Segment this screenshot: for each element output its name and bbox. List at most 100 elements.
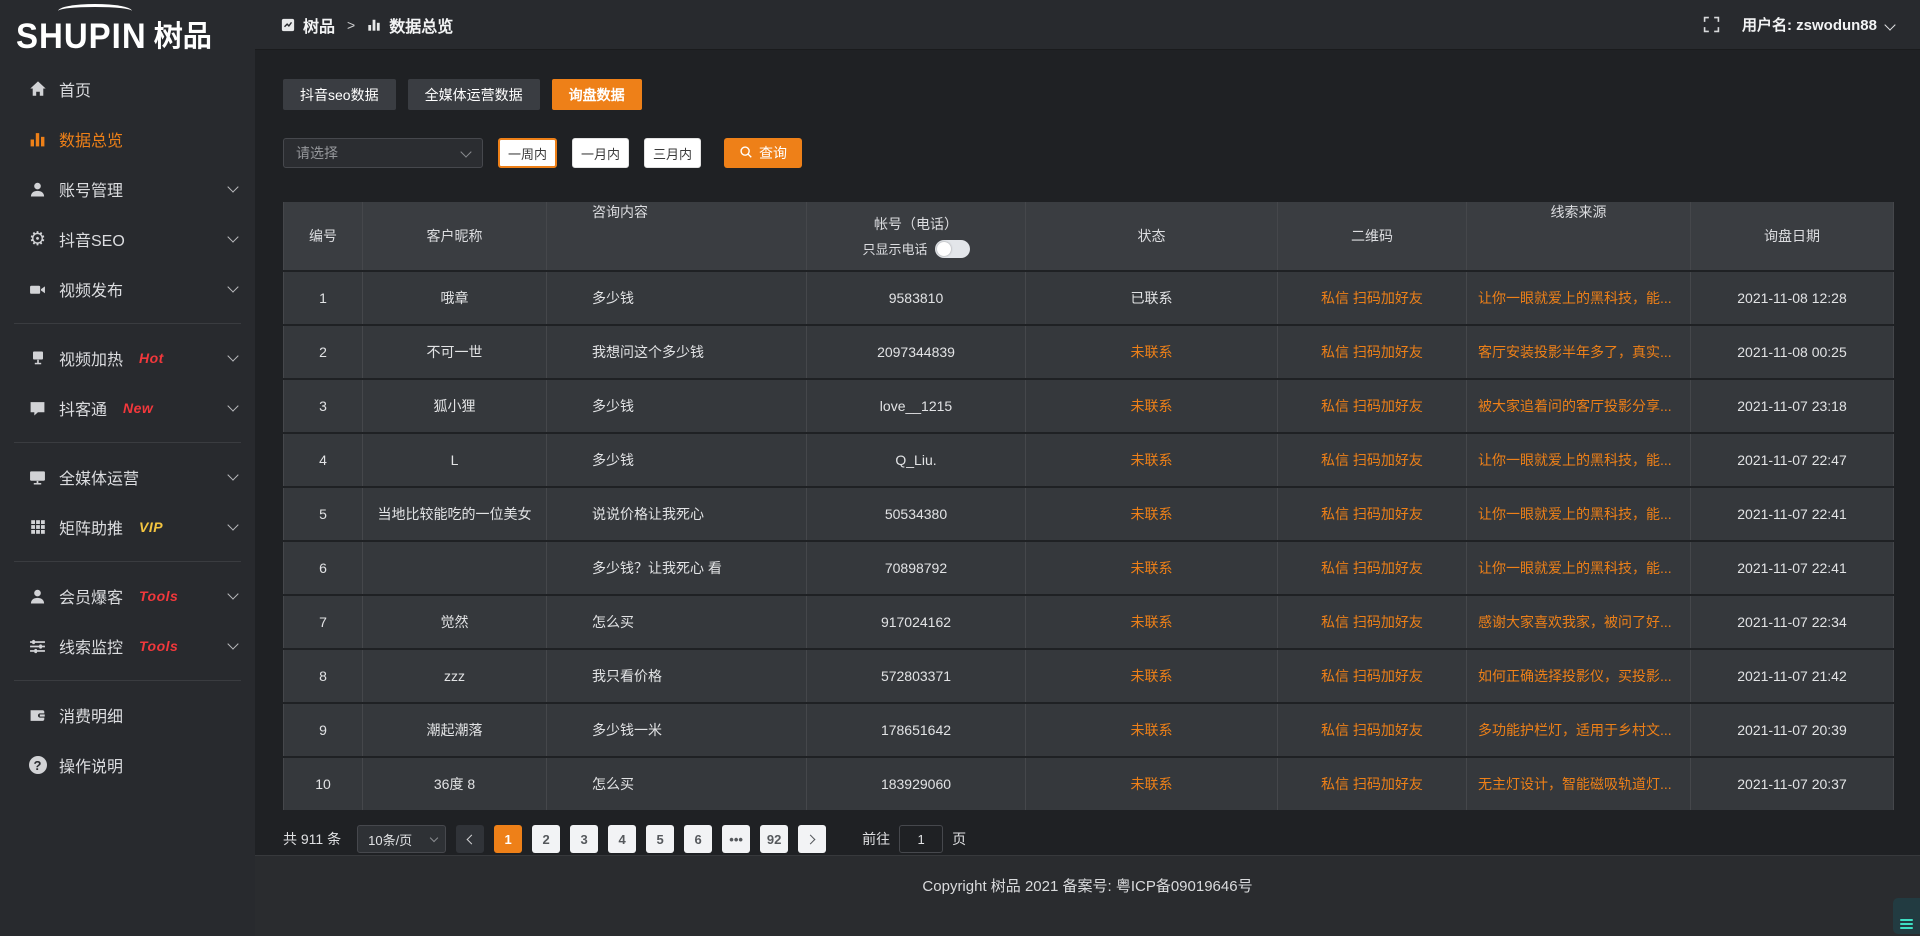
source-link[interactable]: 让你一眼就爱上的黑科技，能... xyxy=(1467,272,1691,324)
qr-links[interactable]: 私信 扫码加好友 xyxy=(1278,326,1467,378)
col-id: 编号 xyxy=(284,202,363,270)
tab-douyin-seo-data[interactable]: 抖音seo数据 xyxy=(283,79,396,110)
cell-id: 3 xyxy=(284,380,363,432)
qr-links[interactable]: 私信 扫码加好友 xyxy=(1278,650,1467,702)
table-row: 9 潮起潮落 多少钱一米 178651642 未联系 私信 扫码加好友 多功能护… xyxy=(283,704,1894,756)
cell-id: 8 xyxy=(284,650,363,702)
logo-text-en: SHUPIN xyxy=(16,18,147,54)
logo-text-cn: 树品 xyxy=(154,22,212,52)
cell-account: 9583810 xyxy=(807,272,1026,324)
qr-links[interactable]: 私信 扫码加好友 xyxy=(1278,488,1467,540)
source-link[interactable]: 如何正确选择投影仪，买投影... xyxy=(1467,650,1691,702)
pagination: 共 911 条 10条/页 1 2 3 4 5 6 ••• 92 前往 页 xyxy=(283,825,1920,853)
sidebar-item-matrix-boost[interactable]: 矩阵助推 VIP xyxy=(0,502,255,552)
cell-nickname: L xyxy=(363,434,547,486)
sidebar-item-video-heat[interactable]: 视频加热 Hot xyxy=(0,333,255,383)
page-button-5[interactable]: 5 xyxy=(646,825,674,853)
page-size-select[interactable]: 10条/页 xyxy=(357,825,446,853)
cell-nickname xyxy=(363,542,547,594)
member-icon xyxy=(28,587,47,606)
sidebar-item-data-overview[interactable]: 数据总览 xyxy=(0,114,255,164)
phone-only-toggle[interactable] xyxy=(935,240,970,258)
bar-chart-icon xyxy=(28,130,47,149)
qr-links[interactable]: 私信 扫码加好友 xyxy=(1278,434,1467,486)
sidebar-divider xyxy=(14,561,241,562)
cell-date: 2021-11-07 20:39 xyxy=(1691,704,1894,756)
source-link[interactable]: 感谢大家喜欢我家，被问了好... xyxy=(1467,596,1691,648)
page-button-92[interactable]: 92 xyxy=(760,825,788,853)
sidebar-item-home[interactable]: 首页 xyxy=(0,64,255,114)
source-link[interactable]: 让你一眼就爱上的黑科技，能... xyxy=(1467,434,1691,486)
qr-links[interactable]: 私信 扫码加好友 xyxy=(1278,704,1467,756)
source-link[interactable]: 多功能护栏灯，适用于乡村文... xyxy=(1467,704,1691,756)
tab-inquiry-data[interactable]: 询盘数据 xyxy=(552,79,642,110)
cell-id: 10 xyxy=(284,758,363,810)
qr-links[interactable]: 私信 扫码加好友 xyxy=(1278,542,1467,594)
sidebar-item-video-publish[interactable]: 视频发布 xyxy=(0,264,255,314)
sidebar-item-douyin-seo[interactable]: ⚙ 抖音SEO xyxy=(0,214,255,264)
next-page-button[interactable] xyxy=(798,825,826,853)
toggle-knob xyxy=(937,242,951,256)
vip-badge: VIP xyxy=(139,519,163,535)
cell-nickname: 哦章 xyxy=(363,272,547,324)
status-badge: 未联系 xyxy=(1131,504,1173,524)
cell-id: 2 xyxy=(284,326,363,378)
cell-id: 4 xyxy=(284,434,363,486)
search-button-label: 查询 xyxy=(759,143,787,163)
prev-page-button[interactable] xyxy=(456,825,484,853)
tab-media-ops-data[interactable]: 全媒体运营数据 xyxy=(408,79,540,110)
fullscreen-icon[interactable] xyxy=(1703,16,1720,33)
account-select[interactable]: 请选择 xyxy=(283,138,483,168)
qr-links[interactable]: 私信 扫码加好友 xyxy=(1278,272,1467,324)
source-link[interactable]: 被大家追着问的客厅投影分享... xyxy=(1467,380,1691,432)
jump-label: 前往 xyxy=(862,829,890,849)
search-icon xyxy=(739,145,753,162)
cell-date: 2021-11-07 22:47 xyxy=(1691,434,1894,486)
cell-content: 怎么买 xyxy=(547,758,807,810)
cell-nickname: zzz xyxy=(363,650,547,702)
breadcrumb-root[interactable]: 树品 xyxy=(303,13,335,37)
username-label: 用户名: zswodun88 xyxy=(1742,14,1877,35)
qr-links[interactable]: 私信 扫码加好友 xyxy=(1278,758,1467,810)
source-link[interactable]: 让你一眼就爱上的黑科技，能... xyxy=(1467,542,1691,594)
page-button-2[interactable]: 2 xyxy=(532,825,560,853)
cell-account: 50534380 xyxy=(807,488,1026,540)
status-badge: 未联系 xyxy=(1131,558,1173,578)
chat-widget[interactable] xyxy=(1893,898,1920,934)
page-button-4[interactable]: 4 xyxy=(608,825,636,853)
search-button[interactable]: 查询 xyxy=(724,138,802,168)
sidebar-item-label: 矩阵助推 xyxy=(59,515,123,539)
page-button-1[interactable]: 1 xyxy=(494,825,522,853)
phone-only-label: 只显示电话 xyxy=(862,239,927,258)
chevron-down-icon xyxy=(227,638,238,649)
sidebar-divider xyxy=(14,442,241,443)
page-button-6[interactable]: 6 xyxy=(684,825,712,853)
sidebar-item-member-tools[interactable]: 会员爆客 Tools xyxy=(0,571,255,621)
more-pages-button[interactable]: ••• xyxy=(722,825,750,853)
sidebar-item-help[interactable]: ? 操作说明 xyxy=(0,740,255,790)
jump-page-input[interactable] xyxy=(899,825,943,853)
sidebar-item-consumption[interactable]: 消费明细 xyxy=(0,690,255,740)
page-button-3[interactable]: 3 xyxy=(570,825,598,853)
qr-links[interactable]: 私信 扫码加好友 xyxy=(1278,380,1467,432)
source-link[interactable]: 无主灯设计，智能磁吸轨道灯... xyxy=(1467,758,1691,810)
hot-badge: Hot xyxy=(139,350,164,366)
sidebar-item-media-ops[interactable]: 全媒体运营 xyxy=(0,452,255,502)
cell-id: 9 xyxy=(284,704,363,756)
cell-account: 178651642 xyxy=(807,704,1026,756)
sidebar-item-douketong[interactable]: 抖客通 New xyxy=(0,383,255,433)
source-link[interactable]: 让你一眼就爱上的黑科技，能... xyxy=(1467,488,1691,540)
period-month-button[interactable]: 一月内 xyxy=(572,138,629,168)
source-link[interactable]: 客厅安装投影半年多了，真实... xyxy=(1467,326,1691,378)
chevron-down-icon xyxy=(460,146,471,157)
sidebar-item-account[interactable]: 账号管理 xyxy=(0,164,255,214)
user-menu[interactable]: 用户名: zswodun88 xyxy=(1742,14,1894,35)
qr-links[interactable]: 私信 扫码加好友 xyxy=(1278,596,1467,648)
period-quarter-button[interactable]: 三月内 xyxy=(644,138,701,168)
status-badge: 未联系 xyxy=(1131,774,1173,794)
table-row: 5 当地比较能吃的一位美女 说说价格让我死心 50534380 未联系 私信 扫… xyxy=(283,488,1894,540)
period-week-button[interactable]: 一周内 xyxy=(498,138,557,168)
tools-badge: Tools xyxy=(139,638,178,654)
sidebar-item-clue-monitor[interactable]: 线索监控 Tools xyxy=(0,621,255,671)
footer: Copyright 树品 2021 备案号: 粤ICP备09019646号 xyxy=(255,855,1920,936)
